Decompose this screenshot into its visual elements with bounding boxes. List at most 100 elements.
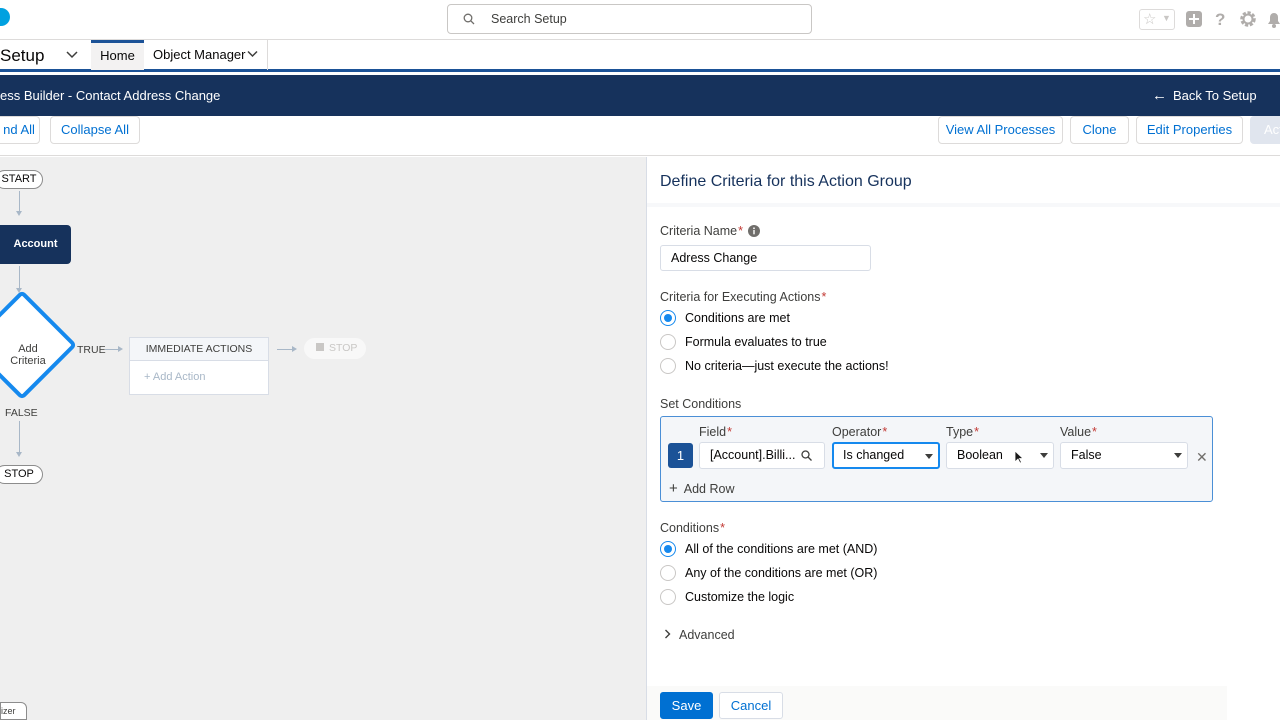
conditions-label: Conditions* — [660, 521, 725, 535]
radio-all-conditions[interactable] — [660, 541, 676, 557]
info-icon[interactable] — [748, 225, 760, 237]
tab-home[interactable]: Home — [91, 40, 144, 70]
connector-line — [19, 266, 20, 290]
advanced-toggle[interactable]: Advanced — [664, 628, 735, 642]
radio-conditions-met[interactable] — [660, 310, 676, 326]
criteria-panel: Define Criteria for this Action Group Cr… — [646, 157, 1280, 720]
value-select-value: False — [1071, 448, 1102, 462]
row-number-badge: 1 — [668, 443, 693, 468]
app-navigation: Setup Home Object Manager — [0, 40, 1280, 72]
radio-custom-logic-label[interactable]: Customize the logic — [685, 590, 794, 604]
conditions-table: Field* Operator* Type* Value* 1 [Account… — [660, 416, 1213, 502]
start-node: START — [0, 170, 43, 189]
chevron-down-icon — [1040, 453, 1048, 458]
radio-formula-label[interactable]: Formula evaluates to true — [685, 335, 827, 349]
immediate-actions-box: IMMEDIATE ACTIONS + Add Action — [129, 337, 269, 395]
zoom-organizer-tab[interactable]: izer — [0, 702, 27, 720]
process-canvas[interactable] — [0, 157, 646, 720]
tab-object-manager-label: Object Manager — [153, 47, 246, 62]
operator-select[interactable]: Is changed — [832, 442, 940, 469]
salesforce-logo-icon[interactable] — [0, 8, 10, 26]
required-marker: * — [821, 290, 827, 304]
setup-gear-icon[interactable] — [1238, 9, 1258, 29]
connector-line — [105, 349, 119, 350]
connector-arrow — [16, 211, 22, 216]
search-placeholder: Search Setup — [491, 12, 567, 26]
search-setup-input[interactable]: Search Setup — [447, 4, 812, 34]
search-icon — [463, 13, 475, 25]
stop-ghost-node: STOP — [304, 338, 366, 359]
back-to-setup-link[interactable]: ← Back To Setup — [1152, 87, 1257, 104]
stop-square-icon — [316, 343, 324, 351]
clone-button[interactable]: Clone — [1070, 116, 1129, 144]
search-icon[interactable] — [801, 450, 812, 461]
type-select[interactable]: Boolean — [946, 442, 1054, 469]
value-column-text: Value — [1060, 425, 1092, 439]
add-row-button[interactable]: + Add Row — [669, 480, 735, 497]
panel-divider — [647, 203, 1280, 207]
radio-formula[interactable] — [660, 334, 676, 350]
help-icon[interactable]: ? — [1211, 9, 1231, 29]
process-title: ess Builder - Contact Address Change — [0, 88, 221, 103]
app-launcher-chevron-icon[interactable] — [66, 50, 78, 59]
builder-toolbar: nd All Collapse All View All Processes C… — [0, 116, 1280, 156]
radio-any-conditions[interactable] — [660, 565, 676, 581]
criteria-name-input[interactable]: Adress Change — [660, 245, 871, 271]
executing-criteria-label-text: Criteria for Executing Actions — [660, 290, 821, 304]
radio-no-criteria[interactable] — [660, 358, 676, 374]
true-label: TRUE — [77, 344, 106, 356]
field-picker[interactable]: [Account].Billi... — [699, 442, 825, 469]
radio-custom-logic[interactable] — [660, 589, 676, 605]
plus-icon: + — [669, 480, 678, 497]
required-marker: * — [1092, 425, 1097, 439]
advanced-label: Advanced — [679, 628, 735, 642]
favorites-button[interactable]: ☆ ▼ — [1139, 9, 1175, 30]
process-builder-header: ess Builder - Contact Address Change ← Ba… — [0, 75, 1280, 116]
back-to-setup-label: Back To Setup — [1173, 88, 1257, 103]
connector-arrow — [292, 346, 297, 352]
field-column-text: Field — [699, 425, 727, 439]
type-column-text: Type — [946, 425, 974, 439]
false-label: FALSE — [5, 407, 38, 419]
edit-properties-button[interactable]: Edit Properties — [1136, 116, 1243, 144]
criteria-node-label: Add Criteria — [10, 343, 46, 367]
cancel-button[interactable]: Cancel — [719, 692, 783, 719]
connector-arrow — [118, 346, 123, 352]
add-row-label: Add Row — [683, 482, 735, 496]
chevron-right-icon — [665, 629, 671, 639]
collapse-all-button[interactable]: Collapse All — [50, 116, 140, 144]
value-select[interactable]: False — [1060, 442, 1188, 469]
operator-column-text: Operator — [832, 425, 882, 439]
global-header: Search Setup ☆ ▼ ? — [0, 0, 1280, 40]
save-button[interactable]: Save — [660, 692, 713, 719]
immediate-actions-header: IMMEDIATE ACTIONS — [130, 338, 268, 361]
radio-no-criteria-label[interactable]: No criteria—just execute the actions! — [685, 359, 889, 373]
view-all-processes-button[interactable]: View All Processes — [938, 116, 1063, 144]
chevron-down-icon[interactable] — [247, 50, 258, 58]
app-name: Setup — [0, 46, 45, 65]
radio-all-conditions-label[interactable]: All of the conditions are met (AND) — [685, 542, 877, 556]
remove-row-close-icon[interactable]: ✕ — [1196, 449, 1208, 466]
operator-select-value: Is changed — [843, 448, 905, 462]
field-picker-value: [Account].Billi... — [710, 448, 796, 462]
expand-all-button[interactable]: nd All — [0, 116, 40, 144]
connector-line — [19, 421, 20, 453]
activate-button[interactable]: Act — [1250, 116, 1280, 144]
notifications-bell-icon[interactable] — [1264, 9, 1280, 29]
radio-conditions-met-label[interactable]: Conditions are met — [685, 311, 790, 325]
global-actions-plus-icon[interactable] — [1184, 9, 1204, 29]
radio-any-conditions-label[interactable]: Any of the conditions are met (OR) — [685, 566, 877, 580]
add-action-label: Add Action — [152, 371, 206, 383]
add-action-link[interactable]: + Add Action — [144, 371, 205, 383]
stop-node: STOP — [0, 465, 43, 484]
required-marker: * — [727, 425, 732, 439]
svg-text:?: ? — [1215, 10, 1225, 29]
panel-title: Define Criteria for this Action Group — [660, 173, 912, 190]
required-marker: * — [738, 224, 743, 238]
mouse-cursor-icon — [1014, 450, 1024, 464]
chevron-down-icon — [1174, 453, 1182, 458]
object-node[interactable]: Account — [0, 225, 71, 264]
criteria-name-label: Criteria Name* — [660, 224, 743, 238]
connector-arrow — [16, 452, 22, 457]
tab-object-manager[interactable]: Object Manager — [144, 40, 268, 70]
